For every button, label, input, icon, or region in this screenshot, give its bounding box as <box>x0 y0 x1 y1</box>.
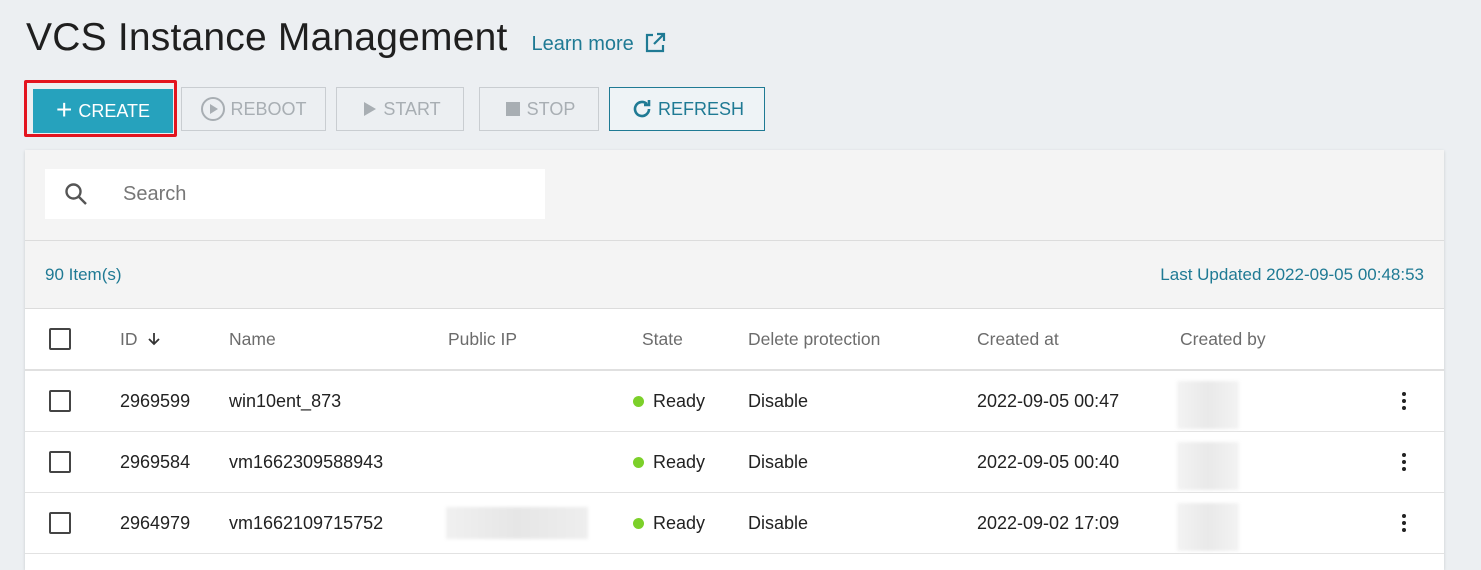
created-by-redacted <box>1177 381 1239 429</box>
public-ip-redacted <box>446 507 588 539</box>
column-public-ip[interactable]: Public IP <box>448 309 517 369</box>
kebab-menu-icon <box>1402 453 1406 471</box>
reboot-button[interactable]: REBOOT <box>181 87 326 131</box>
row-created-at: 2022-09-05 00:47 <box>977 390 1120 411</box>
row-menu-button[interactable] <box>1394 432 1414 492</box>
start-button-label: START <box>383 98 441 119</box>
row-name[interactable]: vm1662309588943 <box>229 432 383 492</box>
toolbar: + CREATE REBOOT START STOP REFRESH <box>24 80 784 137</box>
column-delete-protection[interactable]: Delete protection <box>748 309 880 369</box>
row-state-label: Ready <box>653 451 706 472</box>
search-input[interactable] <box>121 181 525 207</box>
refresh-icon <box>633 100 651 118</box>
column-created-by[interactable]: Created by <box>1180 309 1266 369</box>
learn-more-link[interactable]: Learn more <box>531 32 667 57</box>
row-checkbox[interactable] <box>49 451 71 473</box>
created-by-redacted <box>1177 442 1239 490</box>
stop-icon <box>505 102 520 116</box>
page-header: VCS Instance Management Learn more <box>26 16 667 60</box>
summary-row: 90 Item(s) Last Updated 2022-09-05 00:48… <box>25 241 1444 309</box>
start-button[interactable]: START <box>336 87 464 131</box>
table-row[interactable]: 2969584 vm1662309588943 Ready Disable 20… <box>25 432 1444 493</box>
column-name[interactable]: Name <box>229 309 276 369</box>
row-state: Ready <box>633 432 706 492</box>
row-menu-button[interactable] <box>1394 493 1414 553</box>
column-id-label: ID <box>120 328 138 349</box>
item-count: 90 Item(s) <box>45 264 122 284</box>
status-dot-icon <box>633 395 644 407</box>
create-button[interactable]: + CREATE <box>33 89 173 133</box>
row-state-label: Ready <box>653 390 706 411</box>
row-id: 2969599 <box>120 390 191 411</box>
row-delete-protection: Disable <box>748 451 809 472</box>
row-state: Ready <box>633 371 706 431</box>
row-delete-protection: Disable <box>748 390 809 411</box>
create-button-highlight: + CREATE <box>24 80 177 137</box>
stop-button-label: STOP <box>526 98 576 119</box>
table-row[interactable]: 2969599 win10ent_873 Ready Disable 2022-… <box>25 371 1444 432</box>
column-created-at[interactable]: Created at <box>977 309 1059 369</box>
search-area <box>25 150 1444 241</box>
kebab-menu-icon <box>1402 392 1406 410</box>
play-circle-icon <box>201 97 226 121</box>
row-state-label: Ready <box>653 512 706 533</box>
stop-button[interactable]: STOP <box>479 87 599 131</box>
plus-icon: + <box>55 94 73 125</box>
column-state[interactable]: State <box>642 309 683 369</box>
row-id: 2964979 <box>120 512 191 533</box>
search-box[interactable] <box>45 169 545 219</box>
create-button-label: CREATE <box>78 100 151 121</box>
instance-panel: 90 Item(s) Last Updated 2022-09-05 00:48… <box>25 150 1444 570</box>
search-icon <box>65 183 87 205</box>
refresh-button[interactable]: REFRESH <box>609 87 765 131</box>
learn-more-label: Learn more <box>531 33 634 55</box>
row-created-at: 2022-09-02 17:09 <box>977 512 1120 533</box>
select-all-checkbox[interactable] <box>49 328 71 350</box>
table-row[interactable]: 2964979 vm1662109715752 Ready Disable 20… <box>25 493 1444 554</box>
row-menu-button[interactable] <box>1394 371 1414 431</box>
column-id[interactable]: ID <box>120 309 162 369</box>
created-by-redacted <box>1177 503 1239 551</box>
row-delete-protection: Disable <box>748 512 809 533</box>
status-dot-icon <box>633 456 644 468</box>
row-checkbox[interactable] <box>49 512 71 534</box>
play-icon <box>364 102 377 116</box>
row-state: Ready <box>633 493 706 553</box>
kebab-menu-icon <box>1402 514 1406 532</box>
row-name[interactable]: win10ent_873 <box>229 371 341 431</box>
row-checkbox[interactable] <box>49 390 71 412</box>
status-dot-icon <box>633 517 644 529</box>
row-id: 2969584 <box>120 451 191 472</box>
reboot-button-label: REBOOT <box>230 98 307 119</box>
external-link-icon <box>645 32 665 52</box>
arrow-down-icon <box>146 331 162 347</box>
page-title: VCS Instance Management <box>26 16 508 59</box>
refresh-button-label: REFRESH <box>657 98 744 119</box>
row-created-at: 2022-09-05 00:40 <box>977 451 1120 472</box>
last-updated: Last Updated 2022-09-05 00:48:53 <box>1160 264 1424 284</box>
row-name[interactable]: vm1662109715752 <box>229 493 383 553</box>
table-header: ID Name Public IP State Delete protectio… <box>25 309 1444 371</box>
